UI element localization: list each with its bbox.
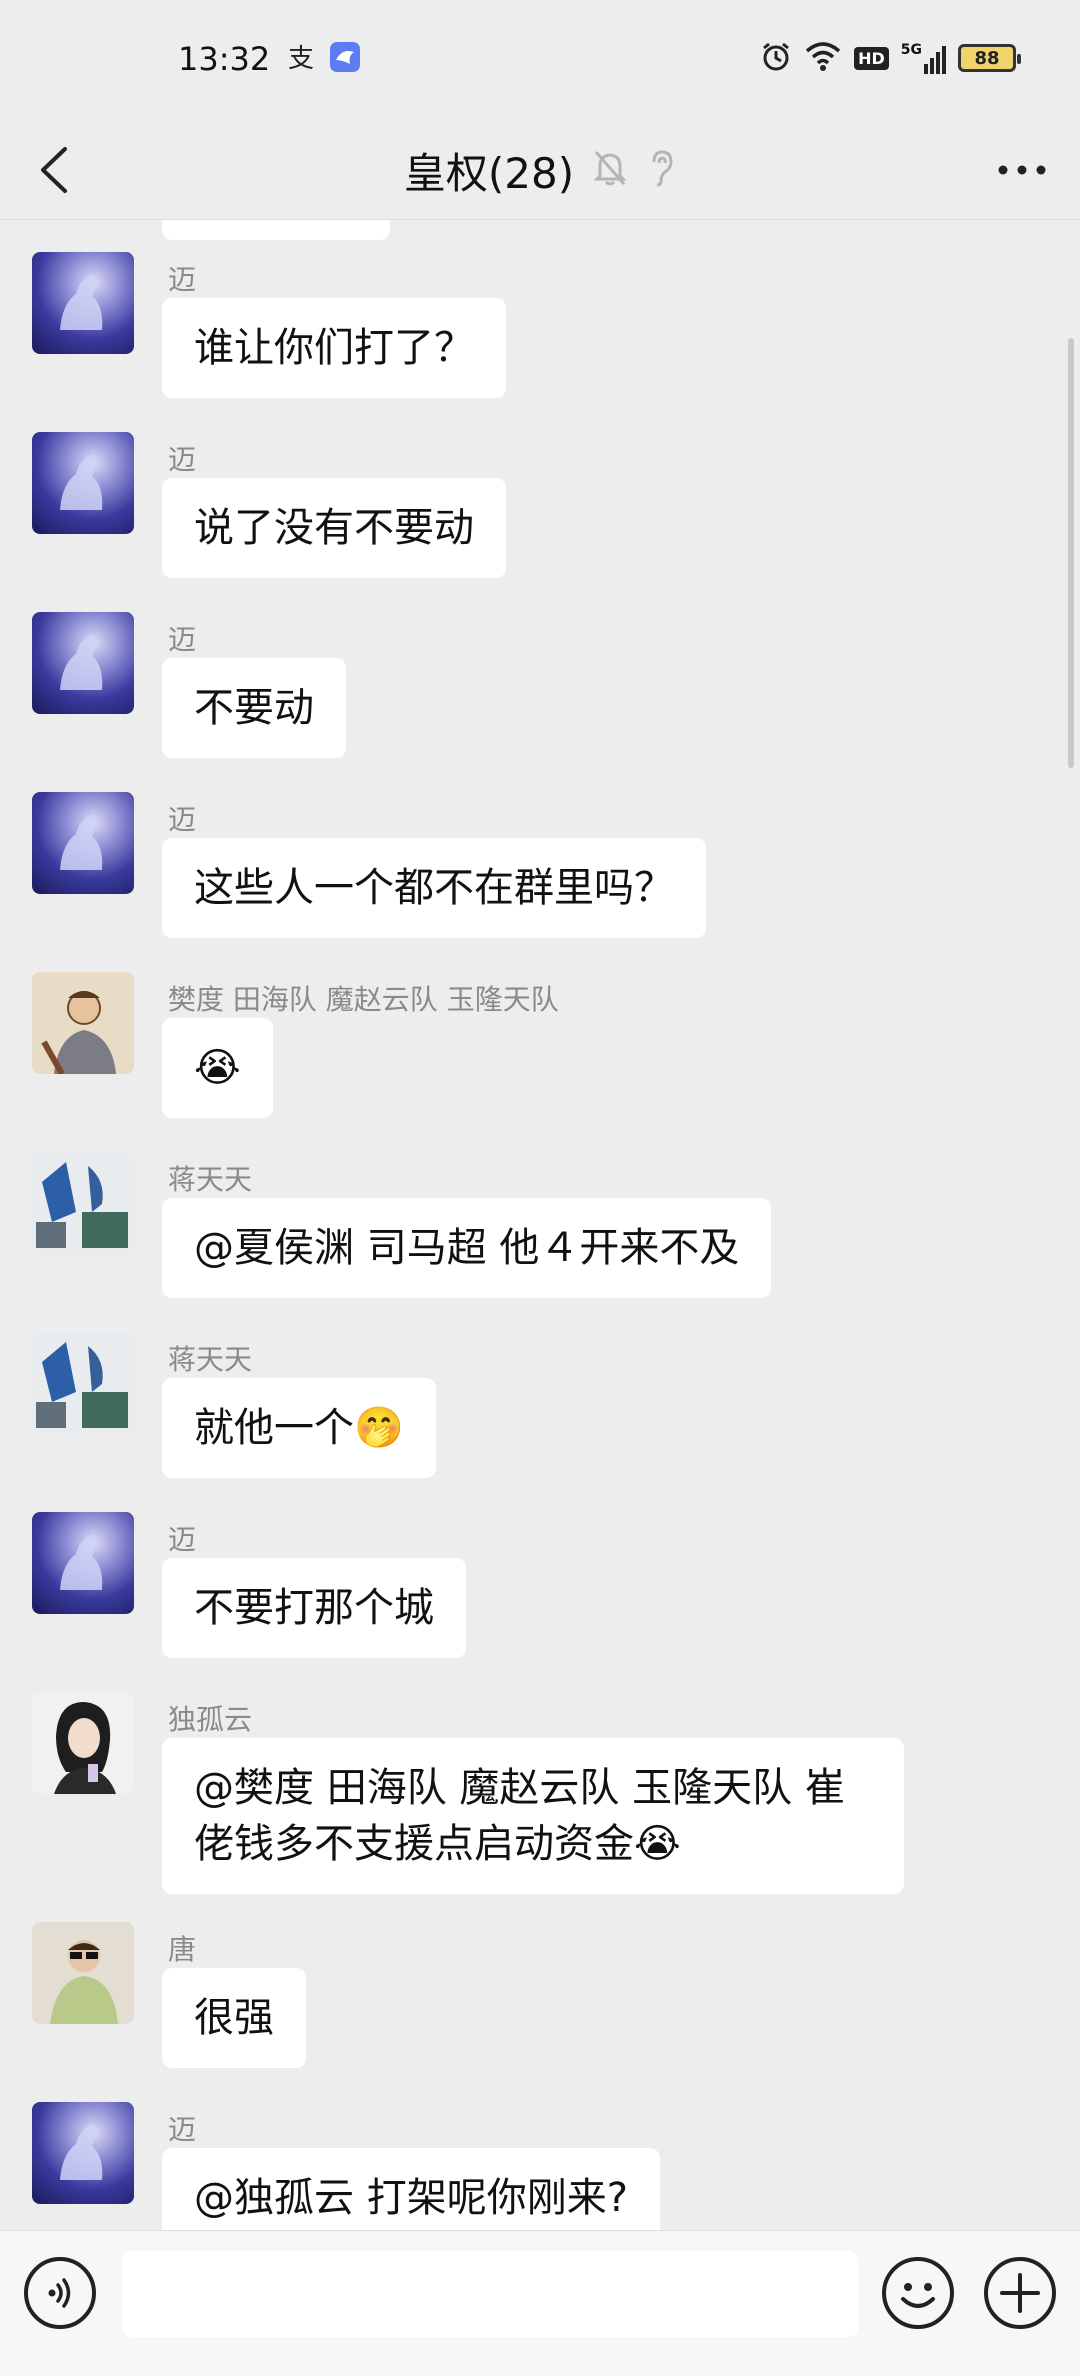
message-bubble[interactable]: 这些人一个都不在群里吗？ [162, 838, 706, 938]
message-bubble[interactable]: 😭 [162, 1018, 273, 1118]
sender-name: 迈 [168, 1523, 197, 1556]
moon-horse-avatar-icon [60, 274, 103, 330]
boy-sunglasses-avatar-icon [50, 1940, 118, 2024]
sender-name: 唐 [168, 1933, 197, 1966]
sender-name: 迈 [168, 443, 197, 476]
chat-title: 皇权(28) [403, 148, 575, 198]
sender-name: 蒋天天 [168, 1343, 253, 1376]
mute-bell-icon [592, 148, 628, 192]
avatar[interactable] [32, 792, 134, 894]
sender-name: 独孤云 [168, 1703, 253, 1736]
wifi-icon [804, 40, 842, 76]
sender-name: 樊度 田海队 魔赵云队 玉隆天队 [168, 983, 559, 1016]
message-bubble[interactable]: 很强 [162, 1968, 306, 2068]
more-dots-icon [998, 165, 1046, 175]
message-bubble[interactable]: @樊度 田海队 魔赵云队 玉隆天队 崔佬钱多不支援点启动资金😭 [162, 1738, 904, 1894]
more-functions-button[interactable] [984, 2257, 1056, 2329]
avatar[interactable] [32, 432, 134, 534]
sender-name: 迈 [168, 2113, 197, 2146]
title-group: 皇权(28) [0, 120, 1080, 220]
alipay-icon: 支 [286, 42, 316, 74]
avatar[interactable] [32, 2102, 134, 2204]
blue-figure-avatar-icon [36, 1162, 128, 1248]
avatar[interactable] [32, 1922, 134, 2024]
moon-horse-avatar-icon [60, 1534, 103, 1590]
girl-avatar-icon [54, 1702, 116, 1794]
battery-level: 88 [974, 47, 1000, 69]
sender-name: 迈 [168, 623, 197, 656]
avatar[interactable] [32, 1692, 134, 1794]
message-bubble[interactable]: @夏侯渊 司马超 他４开来不及 [162, 1198, 772, 1298]
message-bubble[interactable]: 谁让你们打了？ [162, 298, 506, 398]
message-bubble[interactable]: 说了没有不要动 [162, 478, 506, 578]
chat-header: 皇权(28) [0, 120, 1080, 220]
old-man-avatar-icon [41, 991, 116, 1074]
avatar[interactable] [32, 252, 134, 354]
status-bar: 13:32 支 HD 5G 88 [0, 0, 1080, 120]
earpiece-icon [646, 148, 676, 192]
emoji-button[interactable] [882, 2257, 954, 2329]
battery-icon: 88 [958, 44, 1021, 72]
avatar[interactable] [32, 1512, 134, 1614]
alarm-icon [760, 40, 792, 76]
plus-icon [1000, 2273, 1040, 2313]
voice-input-button[interactable] [24, 2257, 96, 2329]
message-list[interactable]: 迈 谁让你们打了？ 迈 说了没有不要动 迈 不要动 迈 这些人一个都不在群里吗？… [0, 220, 1080, 2230]
previous-message-bubble-edge [162, 220, 390, 240]
message-bubble[interactable]: 不要动 [162, 658, 346, 758]
avatar[interactable] [32, 612, 134, 714]
avatar[interactable] [32, 1152, 134, 1254]
moon-horse-avatar-icon [60, 454, 103, 510]
sender-name: 迈 [168, 263, 197, 296]
sender-name: 迈 [168, 803, 197, 836]
sender-name: 蒋天天 [168, 1163, 253, 1196]
svg-text:支: 支 [288, 44, 314, 72]
app-notification-icon [330, 42, 360, 72]
message-input[interactable] [122, 2251, 858, 2337]
message-bubble[interactable]: @独孤云 打架呢你刚来? [162, 2148, 660, 2230]
moon-horse-avatar-icon [60, 2124, 103, 2180]
avatar[interactable] [32, 972, 134, 1074]
smiley-icon [901, 2283, 935, 2308]
input-bar [0, 2230, 1080, 2376]
message-bubble[interactable]: 就他一个🤭 [162, 1378, 436, 1478]
status-time: 13:32 [178, 40, 271, 78]
blue-figure-avatar-icon [36, 1342, 128, 1428]
network-type: 5G [900, 42, 922, 58]
signal-icon: 5G [901, 42, 946, 74]
message-bubble[interactable]: 不要打那个城 [162, 1558, 466, 1658]
more-options-button[interactable] [990, 138, 1054, 202]
avatar[interactable] [32, 1332, 134, 1434]
hd-icon: HD [854, 46, 889, 70]
scrollbar[interactable] [1068, 338, 1074, 768]
status-indicators: HD 5G 88 [760, 38, 1021, 78]
moon-horse-avatar-icon [60, 634, 103, 690]
voice-icon [48, 2278, 71, 2308]
moon-horse-avatar-icon [60, 814, 103, 870]
